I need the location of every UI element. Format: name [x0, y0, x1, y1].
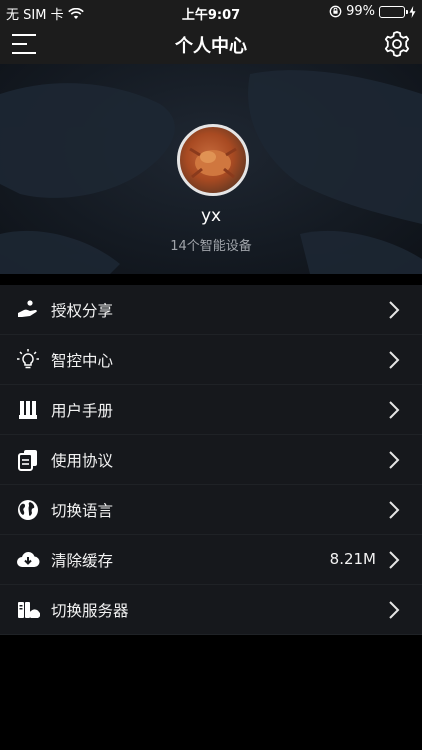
orientation-lock-icon: [329, 5, 342, 18]
profile-header: yx 14个智能设备: [0, 64, 422, 274]
cloud-download-icon: [17, 552, 40, 568]
chevron-right-icon: [389, 351, 400, 369]
page-title: 个人中心: [175, 36, 247, 57]
avatar[interactable]: [177, 124, 249, 196]
avatar-image: [189, 147, 237, 179]
battery-group: 99%: [329, 4, 416, 19]
menu-label: 使用协议: [51, 452, 114, 470]
menu-label: 切换语言: [51, 502, 114, 520]
gear-icon: [384, 31, 410, 57]
status-bar: 无 SIM 卡 上午9:07 99%: [0, 0, 422, 24]
menu-item-usage-agreement[interactable]: 使用协议: [0, 435, 422, 485]
menu-label: 智控中心: [51, 352, 114, 370]
document-icon: [18, 450, 37, 471]
battery-percent: 99%: [346, 4, 375, 19]
chevron-right-icon: [389, 601, 400, 619]
menu-label: 用户手册: [51, 402, 114, 420]
globe-icon: [18, 500, 38, 520]
menu-item-switch-language[interactable]: 切换语言: [0, 485, 422, 535]
hand-share-icon: [18, 300, 37, 317]
charging-bolt-icon: [409, 5, 416, 18]
menu-item-clear-cache[interactable]: 清除缓存 8.21M: [0, 535, 422, 585]
lightbulb-icon: [17, 349, 39, 369]
cache-size: 8.21M: [329, 550, 376, 568]
server-icon: [18, 602, 40, 618]
chevron-right-icon: [389, 451, 400, 469]
menu-item-smart-control[interactable]: 智控中心: [0, 335, 422, 385]
settings-menu: 授权分享 智控中心 用户手册 使用协议 切换语言 清除缓存 8.21M 切换服务…: [0, 285, 422, 635]
menu-item-auth-share[interactable]: 授权分享: [0, 285, 422, 335]
menu-item-switch-server[interactable]: 切换服务器: [0, 585, 422, 635]
menu-label: 授权分享: [51, 302, 114, 320]
nav-bar: 个人中心: [0, 24, 422, 64]
chevron-right-icon: [389, 501, 400, 519]
chevron-right-icon: [389, 401, 400, 419]
username: yx: [200, 206, 222, 226]
menu-item-user-manual[interactable]: 用户手册: [0, 385, 422, 435]
chevron-right-icon: [389, 551, 400, 569]
device-count: 14个智能设备: [170, 239, 252, 254]
settings-button[interactable]: [382, 29, 412, 59]
battery-icon: [379, 5, 408, 18]
menu-label: 切换服务器: [51, 602, 129, 620]
manual-book-icon: [19, 401, 37, 419]
menu-label: 清除缓存: [51, 552, 114, 570]
chevron-right-icon: [389, 301, 400, 319]
